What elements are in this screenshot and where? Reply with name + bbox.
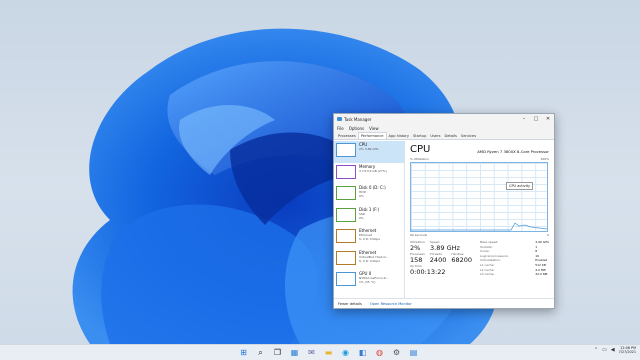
stat-handles: Handles 68200 — [451, 252, 473, 264]
sidebar-item-sub: 2% 3.89 GHz — [359, 147, 379, 151]
sidebar-item-ethernet[interactable]: Ethernet Ethernet S: 0 R: 0 Kbps — [334, 227, 404, 249]
graph-foot-zero: 0 — [547, 233, 549, 237]
task-view-icon[interactable]: ❐ — [272, 347, 283, 358]
cpu-utilization-graph[interactable]: CPU activity — [410, 162, 548, 232]
network-icon[interactable]: ▭ — [602, 347, 607, 353]
graph-label-utilization: % Utilization — [410, 157, 429, 161]
task-manager-window[interactable]: Task Manager – □ ✕ File Options View Pro… — [333, 113, 555, 309]
cpu-details-list: Base speed: 3.90 GHz Sockets: 1 Cores: 8 Lo… — [478, 240, 549, 277]
tab-services[interactable]: Services — [459, 133, 478, 139]
ethernet-virtualbox-thumbnail-graph — [336, 250, 356, 265]
ethernet-thumbnail-graph — [336, 229, 356, 243]
detail-key: L3 cache: — [480, 272, 495, 277]
chat-icon[interactable]: ✉ — [306, 347, 317, 358]
volume-icon[interactable]: ◀ — [611, 347, 615, 353]
sidebar-item-sub: S: 0 R: 0 Kbps — [359, 237, 380, 241]
cpu-thumbnail-graph — [336, 143, 356, 157]
chevron-up-icon[interactable]: ⌃ — [594, 347, 598, 353]
stat-threads: Threads 2400 — [429, 252, 447, 264]
gpu-thumbnail-graph — [336, 272, 356, 286]
tab-startup[interactable]: Startup — [411, 133, 428, 139]
close-button[interactable]: ✕ — [542, 114, 554, 124]
cpu-activity-tooltip: CPU activity — [506, 182, 534, 190]
tab-app-history[interactable]: App history — [387, 133, 412, 139]
fewer-details-link[interactable]: Fewer details — [338, 302, 362, 306]
stat-processes: Processes 158 — [410, 252, 425, 264]
sidebar-item-sub: 1% (35 °C) — [359, 280, 376, 284]
tab-users[interactable]: Users — [428, 133, 442, 139]
window-title: Task Manager — [344, 116, 372, 122]
sidebar-item-sub: 0% — [359, 194, 364, 198]
performance-sidebar: CPU 2% 3.89 GHz Memory 3.7/13.9 GB (27%)… — [334, 141, 405, 299]
task-manager-footer: Fewer details Open Resource Monitor — [334, 298, 554, 308]
settings-icon[interactable]: ⚙ — [391, 347, 402, 358]
disk-0-thumbnail-graph — [336, 186, 356, 200]
clock[interactable]: 12:06 PM 7/27/2021 — [619, 346, 636, 354]
cpu-detail-pane: CPU AMD Ryzen 7 3800X 8-Core Processor %… — [405, 141, 554, 299]
desktop: Task Manager – □ ✕ File Options View Pro… — [0, 0, 640, 344]
tab-details[interactable]: Details — [442, 133, 458, 139]
sidebar-item-disk-1[interactable]: Disk 1 (F:) SSD 0% — [334, 206, 404, 228]
stat-uptime: Up time 0:00:13:22 — [410, 264, 446, 276]
file-explorer-icon[interactable]: ▬ — [323, 347, 334, 358]
disk-1-thumbnail-graph — [336, 207, 356, 222]
taskbar: ⊞ ⌕ ❐ ▦ ✉ ▬ ◉ ◧ ◍ ⚙ ▤ ⌃ ▭ ◀ 12:06 PM 7/2… — [0, 344, 640, 360]
graph-label-max: 100% — [540, 157, 549, 161]
menu-file[interactable]: File — [337, 126, 344, 131]
edge-icon[interactable]: ◉ — [340, 347, 351, 358]
cpu-title: CPU — [410, 144, 431, 155]
menu-view[interactable]: View — [369, 126, 379, 131]
cpu-model: AMD Ryzen 7 3800X 8-Core Processor — [477, 149, 549, 154]
cpu-utilization-line — [411, 222, 547, 231]
sidebar-item-sub: S: 0 R: 0 Kbps — [359, 258, 380, 263]
detail-value: 32.0 MB — [535, 272, 548, 277]
tab-performance[interactable]: Performance — [357, 132, 387, 139]
search-icon[interactable]: ⌕ — [255, 347, 266, 358]
title-bar[interactable]: Task Manager – □ ✕ — [334, 114, 554, 124]
chrome-icon[interactable]: ◍ — [374, 347, 385, 358]
clock-date: 7/27/2021 — [618, 350, 636, 355]
sidebar-item-sub: 0% — [359, 215, 364, 220]
sidebar-item-disk-0[interactable]: Disk 0 (D: C:) HDD 0% — [334, 184, 404, 206]
graph-foot-seconds: 60 seconds — [410, 233, 428, 237]
sidebar-item-cpu[interactable]: CPU 2% 3.89 GHz — [334, 141, 404, 163]
task-manager-icon — [337, 117, 342, 121]
menu-options[interactable]: Options — [349, 126, 364, 131]
stat-speed: Speed 3.89 GHz — [430, 240, 460, 252]
tab-processes[interactable]: Processes — [336, 133, 358, 139]
task-manager-icon[interactable]: ▤ — [408, 347, 419, 358]
open-resource-monitor-link[interactable]: Open Resource Monitor — [370, 302, 412, 306]
tab-strip: Processes Performance App history Startu… — [334, 132, 554, 140]
sidebar-item-memory[interactable]: Memory 3.7/13.9 GB (27%) — [334, 163, 404, 185]
stat-utilization: Utilization 2% — [410, 240, 426, 252]
store-icon[interactable]: ◧ — [357, 347, 368, 358]
sidebar-item-sub: 3.7/13.9 GB (27%) — [359, 168, 387, 173]
sidebar-item-ethernet-virtualbox[interactable]: Ethernet VirtualBox Host-O... S: 0 R: 0 … — [334, 249, 404, 271]
maximize-button[interactable]: □ — [530, 114, 542, 124]
widgets-icon[interactable]: ▦ — [289, 347, 300, 358]
menu-bar: File Options View — [334, 124, 554, 132]
memory-thumbnail-graph — [336, 164, 356, 179]
sidebar-item-gpu-0[interactable]: GPU 0 NVIDIA GeForce R... 1% (35 °C) — [334, 270, 404, 292]
windows-icon[interactable]: ⊞ — [238, 347, 249, 358]
minimize-button[interactable]: – — [518, 114, 530, 124]
